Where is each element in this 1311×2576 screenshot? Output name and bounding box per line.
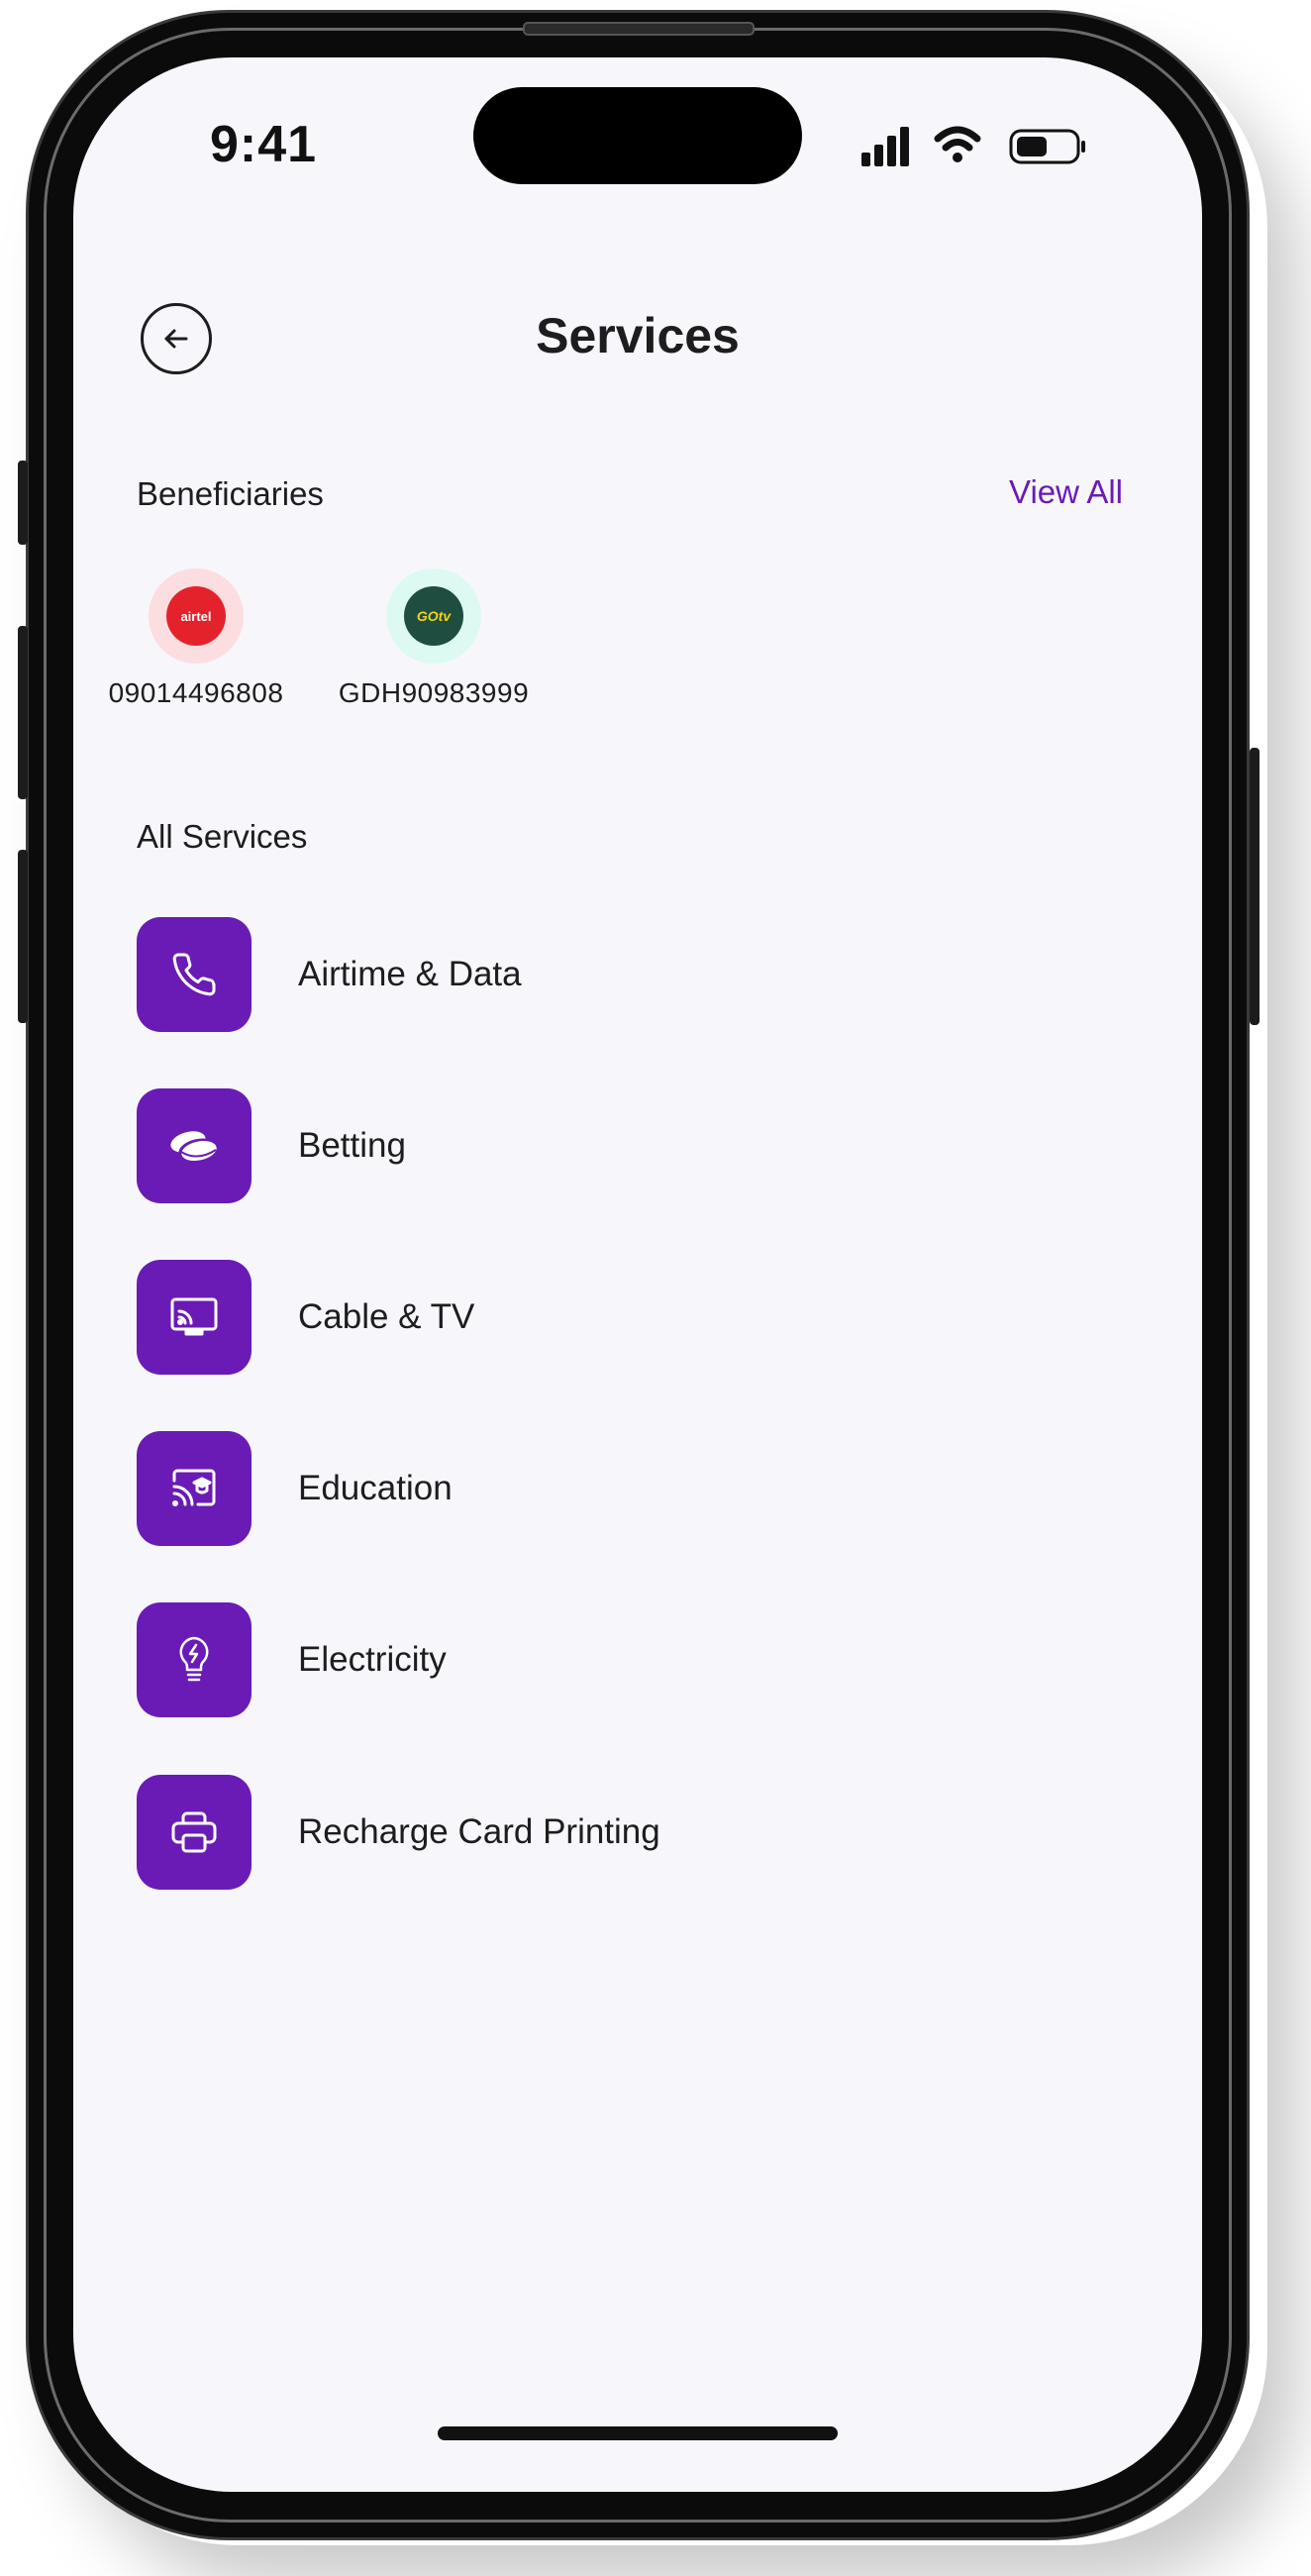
service-airtime-data[interactable]: Airtime & Data — [137, 917, 1127, 1032]
screen: 9:41 Services Beneficiaries View All air… — [73, 57, 1202, 2492]
service-icon-tile — [137, 1602, 252, 1717]
phone-icon — [172, 953, 216, 996]
service-label: Electricity — [298, 1640, 447, 1679]
all-services-heading: All Services — [137, 818, 308, 855]
battery-icon — [1009, 129, 1085, 164]
service-icon-tile — [137, 1775, 252, 1890]
coins-icon — [170, 1131, 218, 1162]
service-icon-tile — [137, 1260, 252, 1375]
gotv-logo: GOtv — [404, 586, 463, 646]
wifi-icon — [934, 126, 981, 162]
service-label: Betting — [298, 1126, 406, 1165]
beneficiary-avatar: GOtv — [386, 568, 481, 664]
service-label: Airtime & Data — [298, 955, 522, 993]
service-recharge-card-printing[interactable]: Recharge Card Printing — [137, 1775, 1127, 1890]
beneficiary-item[interactable]: GOtv GDH90983999 — [335, 568, 533, 709]
power-button — [1250, 748, 1260, 1025]
service-cable-tv[interactable]: Cable & TV — [137, 1260, 1127, 1375]
printer-icon — [171, 1811, 217, 1853]
beneficiary-id: 09014496808 — [108, 677, 284, 708]
status-time: 9:41 — [210, 116, 318, 173]
status-icons — [861, 126, 1085, 166]
service-label: Cable & TV — [298, 1297, 475, 1336]
lightbulb-icon — [179, 1636, 209, 1682]
dynamic-island — [473, 87, 802, 184]
cast-tv-icon — [170, 1297, 218, 1336]
education-cast-icon — [172, 1469, 216, 1506]
beneficiaries-heading: Beneficiaries — [137, 475, 324, 512]
top-speaker — [523, 22, 755, 36]
view-all-link[interactable]: View All — [1009, 473, 1123, 511]
volume-up-button — [18, 626, 28, 799]
service-electricity[interactable]: Electricity — [137, 1602, 1127, 1717]
service-betting[interactable]: Betting — [137, 1088, 1127, 1203]
service-label: Education — [298, 1469, 453, 1507]
service-icon-tile — [137, 1431, 252, 1546]
gotv-logo-text: GOtv — [416, 608, 452, 624]
cellular-signal-icon — [861, 127, 909, 166]
beneficiary-avatar: airtel — [149, 568, 244, 664]
beneficiary-id: GDH90983999 — [338, 677, 530, 708]
home-indicator[interactable] — [438, 2426, 838, 2440]
volume-down-button — [18, 850, 28, 1023]
page-title: Services — [536, 308, 740, 363]
service-icon-tile — [137, 917, 252, 1032]
service-icon-tile — [137, 1088, 252, 1203]
stage: 9:41 Services Beneficiaries View All air… — [0, 0, 1311, 2576]
service-label: Recharge Card Printing — [298, 1812, 660, 1851]
service-education[interactable]: Education — [137, 1431, 1127, 1546]
beneficiary-item[interactable]: airtel 09014496808 — [97, 568, 295, 709]
airtel-logo: airtel — [166, 586, 226, 646]
airtel-logo-text: airtel — [180, 608, 212, 624]
action-button — [18, 461, 28, 545]
